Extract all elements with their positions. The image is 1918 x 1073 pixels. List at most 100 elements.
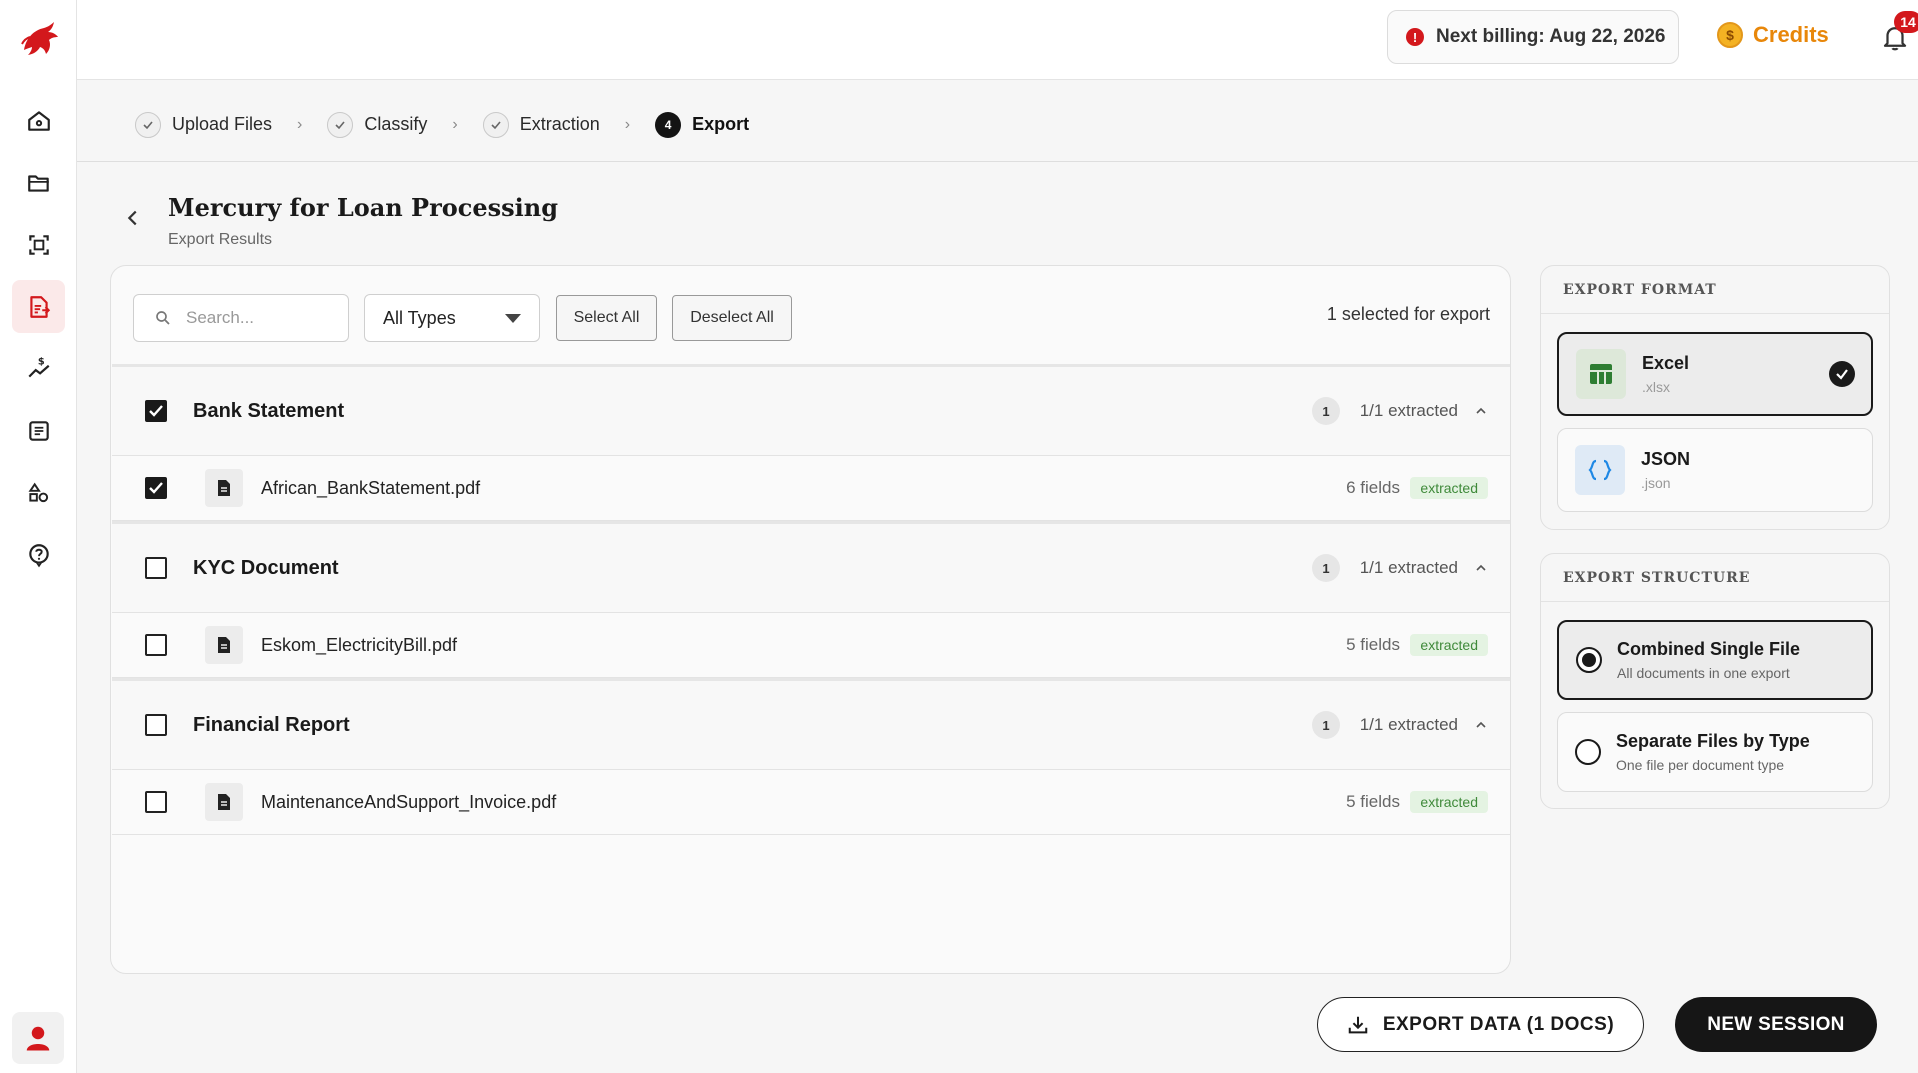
deselect-all-button[interactable]: Deselect All — [672, 295, 792, 341]
nav-home[interactable] — [12, 94, 65, 147]
check-icon — [135, 111, 161, 138]
sidebar: $ — [0, 0, 77, 1073]
back-arrow-icon[interactable] — [122, 207, 144, 229]
selected-count: 1 selected for export — [1326, 304, 1490, 324]
step-upload-files[interactable]: Upload Files — [135, 111, 273, 138]
group-header-kyc-document[interactable]: KYC Document 1 1/1 extracted — [112, 521, 1510, 613]
scan-icon — [28, 234, 49, 255]
file-name: Eskom_ElectricityBill.pdf — [261, 634, 458, 655]
new-session-button[interactable]: NEW SESSION — [1675, 997, 1877, 1052]
user-profile-button[interactable] — [12, 1012, 64, 1064]
file-name: MaintenanceAndSupport_Invoice.pdf — [261, 791, 557, 812]
radio-button[interactable] — [1575, 739, 1601, 765]
type-filter-select[interactable]: All Types — [364, 294, 540, 342]
chevron-up-icon[interactable] — [1474, 718, 1488, 732]
nav-finance[interactable]: $ — [12, 342, 65, 395]
billing-text: Next billing: Aug 22, 2026 — [1436, 26, 1666, 47]
document-icon — [205, 626, 243, 664]
step-classify[interactable]: Classify — [327, 111, 428, 138]
file-checkbox[interactable] — [145, 634, 167, 656]
credits-button[interactable]: $ Credits — [1717, 22, 1829, 48]
credits-label: Credits — [1753, 22, 1829, 47]
format-extension: .json — [1641, 475, 1671, 491]
documents-panel: All Types Select All Deselect All 1 sele… — [110, 265, 1511, 974]
step-extraction[interactable]: Extraction — [482, 111, 600, 138]
step-label: Extraction — [519, 114, 600, 134]
check-icon — [327, 111, 354, 138]
type-filter-value: All Types — [383, 307, 456, 328]
export-structure-heading: EXPORT STRUCTURE — [1541, 554, 1889, 602]
svg-text:$: $ — [37, 356, 44, 367]
document-export-icon — [29, 295, 50, 318]
format-option-json[interactable]: JSON .json — [1557, 428, 1873, 512]
folder-icon — [27, 174, 49, 192]
file-row[interactable]: MaintenanceAndSupport_Invoice.pdf 5 fiel… — [112, 770, 1510, 835]
nav-forms[interactable] — [12, 404, 65, 457]
search-input[interactable] — [186, 308, 336, 328]
file-checkbox[interactable] — [145, 477, 167, 499]
nav-extraction[interactable] — [12, 280, 65, 333]
export-data-label: EXPORT DATA (1 DOCS) — [1382, 1013, 1615, 1035]
spreadsheet-icon — [1576, 349, 1626, 399]
nav-shapes[interactable] — [12, 466, 65, 519]
structure-option-combined[interactable]: Combined Single File All documents in on… — [1557, 620, 1873, 700]
chevron-up-icon[interactable] — [1474, 561, 1488, 575]
export-data-button[interactable]: EXPORT DATA (1 DOCS) — [1317, 997, 1644, 1052]
structure-option-separate[interactable]: Separate Files by Type One file per docu… — [1557, 712, 1873, 792]
caret-down-icon — [505, 313, 521, 323]
group-extracted-status: 1/1 extracted — [1359, 558, 1458, 577]
page-subtitle: Export Results — [168, 231, 273, 248]
step-export[interactable]: 4 Export — [655, 111, 750, 138]
step-label: Export — [692, 114, 750, 134]
field-count: 5 fields — [1346, 635, 1400, 654]
status-badge: extracted — [1410, 477, 1488, 499]
group-header-financial-report[interactable]: Financial Report 1 1/1 extracted — [112, 678, 1510, 770]
download-icon — [1348, 1016, 1368, 1033]
chevron-right-icon: › — [297, 115, 303, 133]
file-checkbox[interactable] — [145, 791, 167, 813]
field-count: 6 fields — [1346, 478, 1400, 497]
check-icon — [149, 405, 163, 417]
format-option-excel[interactable]: Excel .xlsx — [1557, 332, 1873, 416]
selected-check-icon — [1829, 361, 1855, 387]
group-count-badge: 1 — [1312, 397, 1340, 425]
home-icon — [27, 110, 50, 131]
group-checkbox[interactable] — [145, 557, 167, 579]
check-icon — [482, 111, 509, 138]
dollar-chart-icon: $ — [27, 356, 49, 377]
search-icon — [156, 311, 170, 325]
format-extension: .xlsx — [1642, 379, 1670, 395]
group-count-badge: 1 — [1312, 711, 1340, 739]
billing-notice[interactable]: ! Next billing: Aug 22, 2026 — [1387, 10, 1679, 64]
group-title: KYC Document — [193, 556, 339, 579]
nav-help[interactable] — [12, 528, 65, 581]
format-title: Excel — [1642, 353, 1690, 373]
logo-icon[interactable] — [18, 20, 60, 58]
select-all-button[interactable]: Select All — [556, 295, 657, 341]
step-label: Classify — [364, 114, 428, 134]
document-icon — [205, 783, 243, 821]
group-title: Financial Report — [193, 713, 350, 736]
page-title: Mercury for Loan Processing — [168, 193, 559, 222]
file-row[interactable]: Eskom_ElectricityBill.pdf 5 fields extra… — [112, 613, 1510, 678]
group-header-bank-statement[interactable]: Bank Statement 1 1/1 extracted — [112, 364, 1510, 456]
chevron-right-icon: › — [624, 115, 631, 133]
step-number: 4 — [655, 111, 682, 138]
group-checkbox[interactable] — [145, 714, 167, 736]
file-name: African_BankStatement.pdf — [261, 477, 481, 498]
shapes-icon — [28, 482, 48, 502]
document-icon — [205, 469, 243, 507]
search-box[interactable] — [133, 294, 349, 342]
chevron-right-icon: › — [452, 115, 458, 133]
group-checkbox[interactable] — [145, 400, 167, 422]
status-badge: extracted — [1410, 634, 1488, 656]
structure-title: Combined Single File — [1617, 639, 1801, 659]
group-extracted-status: 1/1 extracted — [1359, 401, 1458, 420]
coin-icon: $ — [1717, 22, 1743, 48]
nav-scan[interactable] — [12, 218, 65, 271]
step-label: Upload Files — [172, 114, 273, 134]
chevron-up-icon[interactable] — [1474, 404, 1488, 418]
nav-files[interactable] — [12, 156, 65, 209]
file-row[interactable]: African_BankStatement.pdf 6 fields extra… — [112, 456, 1510, 521]
radio-button[interactable] — [1576, 647, 1602, 673]
